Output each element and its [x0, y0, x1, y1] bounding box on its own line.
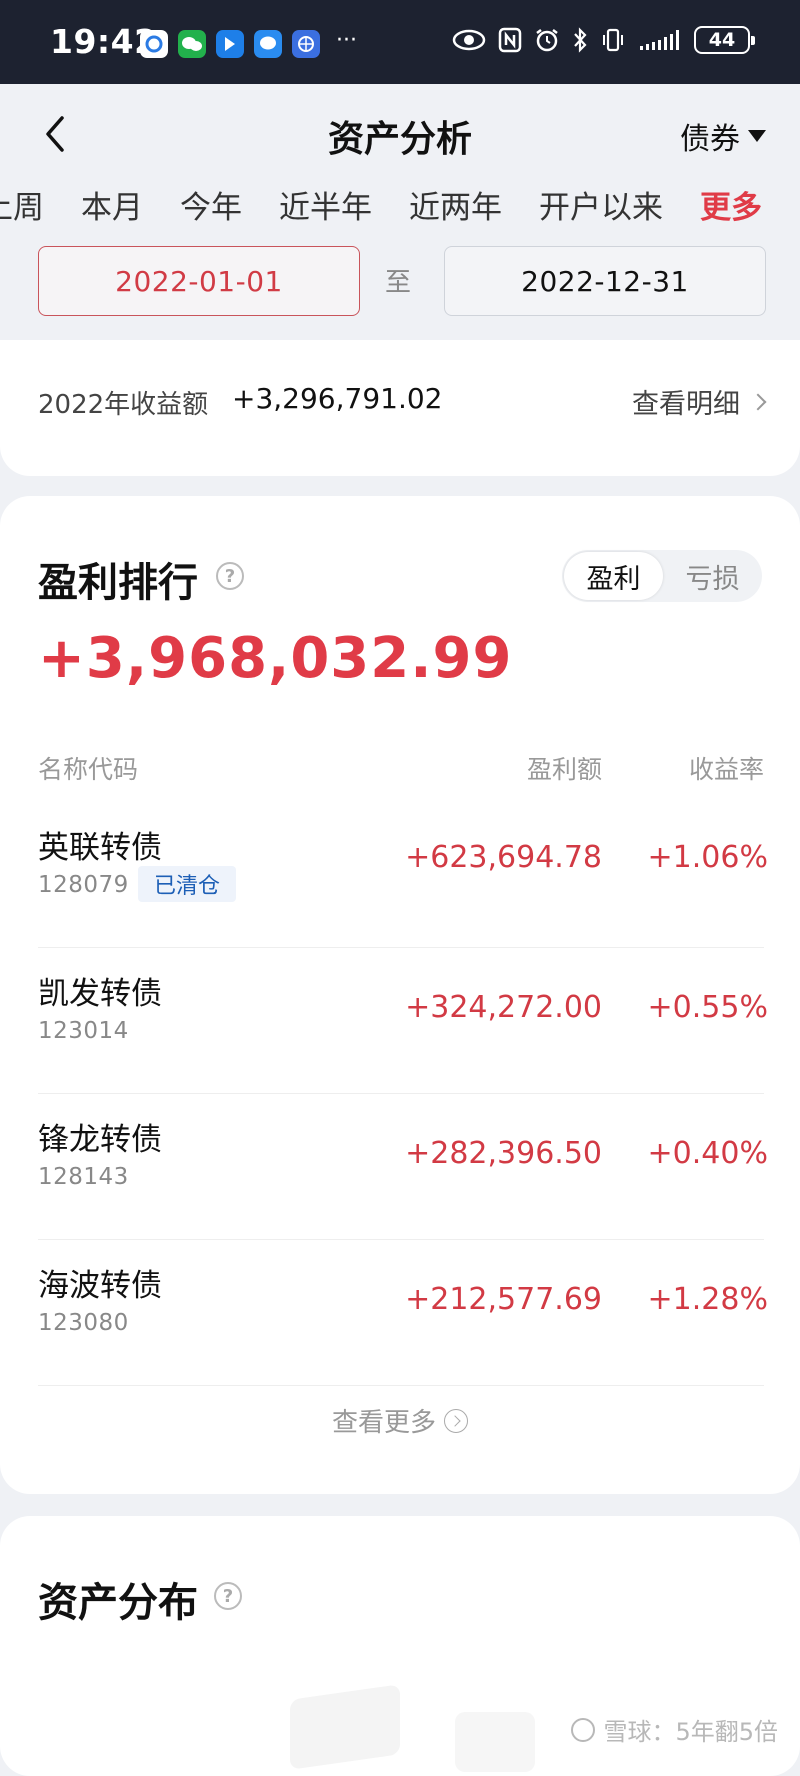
start-date-field[interactable]: 2022-01-01: [38, 246, 360, 316]
chart-placeholder-shape: [290, 1684, 400, 1770]
bond-profit: +282,396.50: [405, 1136, 602, 1171]
view-more-link[interactable]: 查看更多: [0, 1402, 800, 1439]
help-icon[interactable]: ?: [216, 562, 244, 590]
view-more-label: 查看更多: [331, 1408, 436, 1438]
battery-indicator: 44: [694, 26, 755, 54]
more-notifications-icon: ···: [336, 28, 357, 53]
bond-code: 128143: [38, 1164, 129, 1190]
bond-name: 锋龙转债: [38, 1122, 162, 1158]
bond-profit: +212,577.69: [405, 1282, 602, 1317]
caret-down-icon: [748, 130, 766, 142]
asset-distribution-title: 资产分布: [38, 1580, 198, 1626]
status-bar: 19:42 ··· 44: [0, 0, 800, 84]
help-icon[interactable]: ?: [214, 1582, 242, 1610]
alarm-icon: [536, 29, 558, 52]
category-dropdown[interactable]: 债券: [680, 114, 766, 158]
bond-rate: +1.28%: [647, 1282, 768, 1317]
chevron-right-icon: [749, 393, 767, 410]
bond-rate: +1.06%: [647, 840, 768, 875]
toggle-profit[interactable]: 盈利: [564, 552, 663, 600]
category-label: 债券: [680, 122, 740, 157]
table-row[interactable]: 英联转债 128079 已清仓 +623,694.78 +1.06%: [38, 802, 768, 948]
tab-last-week[interactable]: 上周: [0, 182, 44, 227]
bond-code: 128079: [38, 872, 129, 898]
battery-level: 44: [708, 29, 736, 51]
nfc-icon: [498, 27, 522, 53]
ranking-title: 盈利排行: [38, 560, 198, 606]
tab-half-year[interactable]: 近半年: [279, 182, 372, 227]
summary-value: +3,296,791.02: [232, 382, 443, 415]
app-icon-1: [140, 30, 168, 58]
bond-name: 海波转债: [38, 1268, 162, 1304]
bond-profit: +324,272.00: [405, 990, 602, 1025]
total-profit: +3,968,032.99: [38, 626, 513, 691]
bond-code: 123014: [38, 1018, 129, 1044]
vibrate-icon: [603, 28, 623, 52]
date-separator: 至: [385, 268, 412, 298]
cleared-position-badge: 已清仓: [138, 866, 237, 902]
tab-this-year[interactable]: 今年: [180, 182, 242, 227]
summary-card: 2022年收益额 +3,296,791.02 查看明细: [0, 340, 800, 476]
header: 资产分析 债券 上周 本月 今年 近半年 近两年 开户以来 更多 2022-01…: [0, 84, 800, 340]
column-rate: 收益率: [688, 755, 764, 784]
summary-label: 2022年收益额: [38, 390, 209, 420]
ranking-list: 英联转债 128079 已清仓 +623,694.78 +1.06% 凯发转债 …: [38, 802, 768, 1386]
view-detail-label: 查看明细: [632, 389, 740, 420]
bond-profit: +623,694.78: [405, 840, 602, 875]
period-tabs: 上周 本月 今年 近半年 近两年 开户以来 更多: [0, 182, 762, 227]
column-name-code: 名称代码: [38, 755, 139, 784]
tab-more[interactable]: 更多: [700, 182, 762, 227]
bond-rate: +0.40%: [647, 1136, 768, 1171]
profit-ranking-card: 盈利排行 ? 盈利 亏损 +3,968,032.99 名称代码 盈利额 收益率 …: [0, 496, 800, 1494]
bond-name: 凯发转债: [38, 976, 162, 1012]
app-icon-3: [216, 30, 244, 58]
table-row[interactable]: 凯发转债 123014 +324,272.00 +0.55%: [38, 948, 768, 1094]
tab-this-month[interactable]: 本月: [81, 182, 143, 227]
table-row[interactable]: 锋龙转债 128143 +282,396.50 +0.40%: [38, 1094, 768, 1240]
message-icon: [254, 30, 282, 58]
tab-since-opening[interactable]: 开户以来: [539, 182, 663, 227]
bond-rate: +0.55%: [647, 990, 768, 1025]
wechat-icon: [178, 30, 206, 58]
table-header: 名称代码 盈利额 收益率: [38, 750, 764, 786]
watermark: 雪球：5年翻5倍: [571, 1712, 778, 1747]
end-date-field[interactable]: 2022-12-31: [444, 246, 766, 316]
table-row[interactable]: 海波转债 123080 +212,577.69 +1.28%: [38, 1240, 768, 1386]
profit-loss-toggle: 盈利 亏损: [562, 550, 762, 602]
chart-placeholder-shape: [455, 1712, 535, 1772]
circle-chevron-right-icon: [444, 1408, 468, 1433]
snowball-logo-icon: [571, 1717, 596, 1742]
toggle-loss[interactable]: 亏损: [663, 552, 762, 600]
view-detail-link[interactable]: 查看明细: [632, 382, 767, 421]
column-profit: 盈利额: [526, 755, 602, 784]
bluetooth-icon: [574, 27, 587, 53]
bond-name: 英联转债: [38, 830, 162, 866]
signal-icon: [640, 30, 679, 50]
notification-icons: ···: [140, 30, 357, 58]
browser-icon: [292, 30, 320, 58]
watermark-text: 雪球：5年翻5倍: [603, 1718, 778, 1746]
tab-two-years[interactable]: 近两年: [409, 182, 502, 227]
system-icons: 44: [452, 26, 755, 54]
bond-code: 123080: [38, 1310, 129, 1336]
eye-icon: [452, 29, 486, 51]
